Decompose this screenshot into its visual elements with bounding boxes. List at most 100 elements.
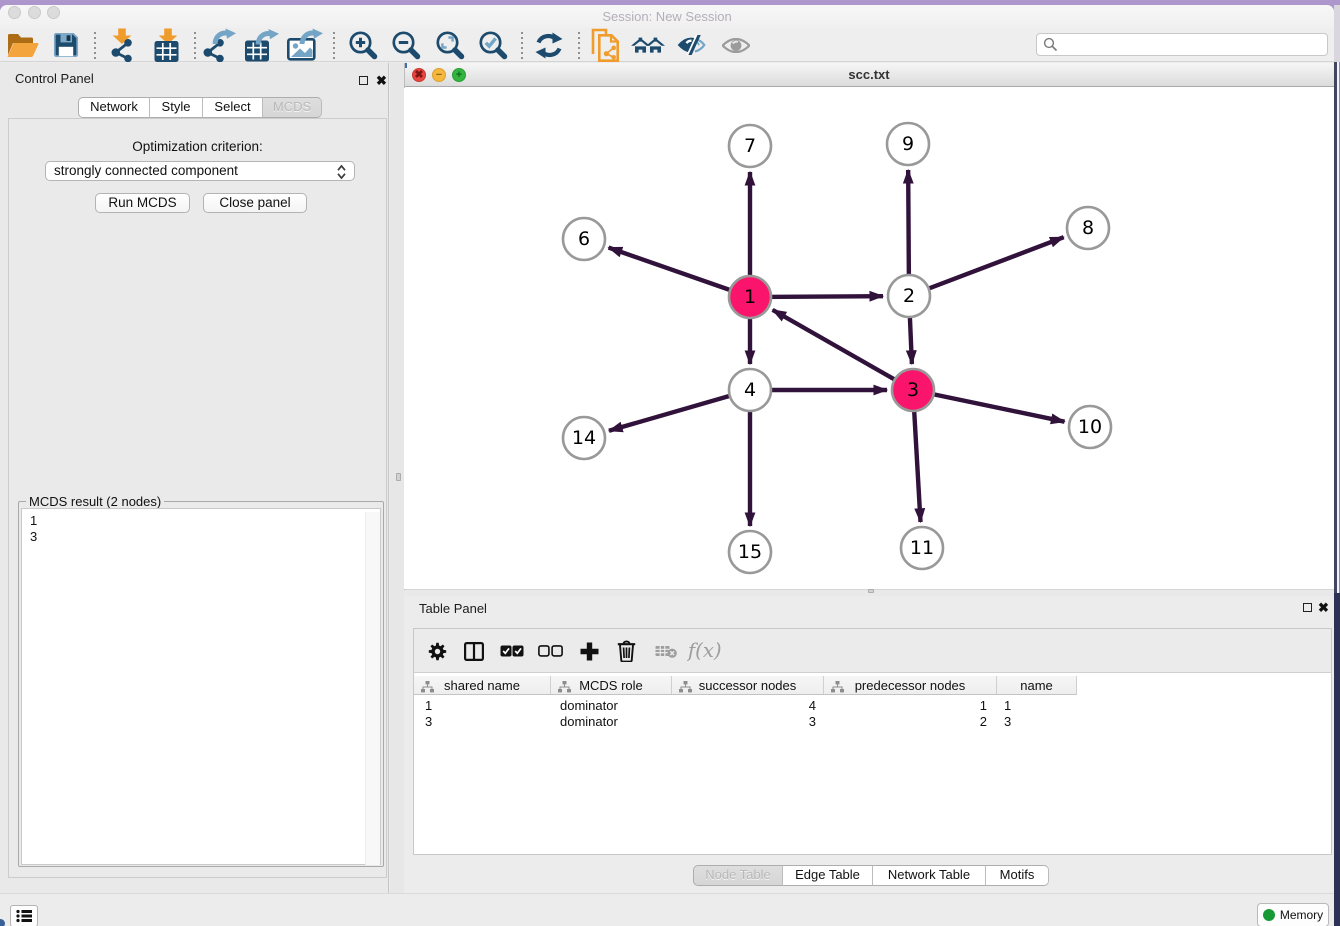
tab-select[interactable]: Select xyxy=(203,97,263,118)
control-panel-tabs: NetworkStyleSelectMCDS xyxy=(78,97,322,118)
column-header-shared-name[interactable]: shared name xyxy=(414,676,551,694)
node-15[interactable]: 15 xyxy=(729,531,771,573)
show-all-button[interactable] xyxy=(716,28,756,62)
node-3[interactable]: 3 xyxy=(892,369,934,411)
horizontal-splitter-handle[interactable] xyxy=(868,589,874,593)
refresh-icon xyxy=(534,31,564,60)
table-header: shared nameMCDS rolesuccessor nodesprede… xyxy=(414,676,1077,695)
export-network-button[interactable] xyxy=(199,28,239,62)
hide-selected-button[interactable] xyxy=(671,28,711,62)
export-table-button[interactable] xyxy=(242,28,282,62)
node-7[interactable]: 7 xyxy=(729,125,771,167)
edge-3-10[interactable] xyxy=(913,390,1065,422)
network-frame-titlebar[interactable]: scc.txt ✖ − + xyxy=(404,63,1334,87)
control-panel-close-icon[interactable]: ✖ xyxy=(376,74,387,87)
edge-3-1[interactable] xyxy=(773,310,913,390)
select-all-button[interactable] xyxy=(494,629,530,673)
close-panel-button[interactable]: Close panel xyxy=(203,193,307,213)
cell: dominator xyxy=(551,714,672,730)
save-session-button[interactable] xyxy=(46,28,86,62)
network-canvas[interactable]: 1 2 3 4 6 7 8 9 10 11 14 15 xyxy=(404,88,1334,589)
zoom-in-icon xyxy=(348,30,378,60)
frame-zoom-button[interactable]: + xyxy=(452,68,466,82)
function-button: f(x) xyxy=(687,629,723,673)
node-10[interactable]: 10 xyxy=(1069,406,1111,448)
task-history-button[interactable] xyxy=(10,905,38,926)
settings-button[interactable] xyxy=(419,629,455,673)
result-line: 1 xyxy=(30,513,380,529)
cell: dominator xyxy=(551,698,672,714)
search-icon xyxy=(1043,37,1058,52)
mcds-tab-content: Optimization criterion: strongly connect… xyxy=(8,118,387,878)
save-session-icon xyxy=(52,31,80,59)
result-scrollbar[interactable] xyxy=(365,512,380,865)
import-table-button[interactable] xyxy=(146,28,186,62)
columns-button[interactable] xyxy=(456,629,492,673)
open-session-button[interactable] xyxy=(2,28,42,62)
zoom-out-button[interactable] xyxy=(386,28,426,62)
export-image-button[interactable] xyxy=(285,28,325,62)
first-neighbors-button[interactable] xyxy=(628,28,668,62)
cell: 1 xyxy=(824,698,997,714)
edge-1-6[interactable] xyxy=(609,248,750,297)
clone-network-icon xyxy=(591,28,622,62)
column-header-MCDS-role[interactable]: MCDS role xyxy=(551,676,672,694)
cell: 4 xyxy=(672,698,824,714)
background-window-bottom xyxy=(1334,593,1340,926)
column-header-successor-nodes[interactable]: successor nodes xyxy=(672,676,824,694)
node-6[interactable]: 6 xyxy=(563,218,605,260)
node-2[interactable]: 2 xyxy=(888,275,930,317)
vertical-splitter-handle[interactable] xyxy=(396,473,401,481)
memory-button[interactable]: Memory xyxy=(1257,903,1329,926)
svg-text:15: 15 xyxy=(738,541,762,563)
import-network-button[interactable] xyxy=(102,28,142,62)
edge-2-8[interactable] xyxy=(909,237,1064,296)
table-panel-float-icon[interactable] xyxy=(1303,599,1312,617)
tab-edge-table[interactable]: Edge Table xyxy=(783,865,873,886)
toolbar-separator xyxy=(333,32,335,59)
cell: 1 xyxy=(997,698,1077,714)
delete-icon xyxy=(617,640,636,662)
table-panel-close-icon[interactable]: ✖ xyxy=(1318,601,1329,614)
main-toolbar xyxy=(0,28,1334,62)
delete-table-icon xyxy=(655,644,677,658)
tab-network[interactable]: Network xyxy=(78,97,150,118)
refresh-button[interactable] xyxy=(529,28,569,62)
column-header-predecessor-nodes[interactable]: predecessor nodes xyxy=(824,676,997,694)
table-row[interactable]: 3dominator323 xyxy=(414,714,1331,730)
node-1[interactable]: 1 xyxy=(729,276,771,318)
node-9[interactable]: 9 xyxy=(887,123,929,165)
svg-text:4: 4 xyxy=(744,379,756,401)
zoom-fit-button[interactable] xyxy=(430,28,470,62)
node-4[interactable]: 4 xyxy=(729,369,771,411)
table-panel-title: Table Panel xyxy=(419,601,487,616)
node-8[interactable]: 8 xyxy=(1067,207,1109,249)
tab-style[interactable]: Style xyxy=(150,97,203,118)
tab-node-table[interactable]: Node Table xyxy=(693,865,783,886)
deselect-all-button[interactable] xyxy=(532,629,568,673)
zoom-selected-button[interactable] xyxy=(473,28,513,62)
export-table-icon xyxy=(245,28,279,62)
run-mcds-button[interactable]: Run MCDS xyxy=(95,193,190,213)
delete-button[interactable] xyxy=(608,629,644,673)
hide-selected-icon xyxy=(677,35,706,55)
clone-network-button[interactable] xyxy=(586,28,626,62)
mcds-result-text[interactable]: 13 xyxy=(21,508,381,865)
search-input[interactable] xyxy=(1036,33,1328,56)
tab-network-table[interactable]: Network Table xyxy=(873,865,986,886)
node-11[interactable]: 11 xyxy=(901,527,943,569)
tab-mcds[interactable]: MCDS xyxy=(263,97,322,118)
export-image-icon xyxy=(287,28,324,62)
delete-table-button xyxy=(648,629,684,673)
tab-motifs[interactable]: Motifs xyxy=(986,865,1049,886)
table-row[interactable]: 1dominator411 xyxy=(414,698,1331,714)
control-panel-float-icon[interactable] xyxy=(359,72,368,90)
frame-minimize-button[interactable]: − xyxy=(432,68,446,82)
column-header-name[interactable]: name xyxy=(997,676,1077,694)
zoom-in-button[interactable] xyxy=(343,28,383,62)
node-14[interactable]: 14 xyxy=(563,417,605,459)
optimization-select[interactable]: strongly connected component xyxy=(45,161,355,181)
frame-close-button[interactable]: ✖ xyxy=(412,68,426,82)
add-button[interactable] xyxy=(571,629,607,673)
table-panel: Table Panel ✖ f(x) shared nameMCDS roles… xyxy=(404,596,1334,893)
